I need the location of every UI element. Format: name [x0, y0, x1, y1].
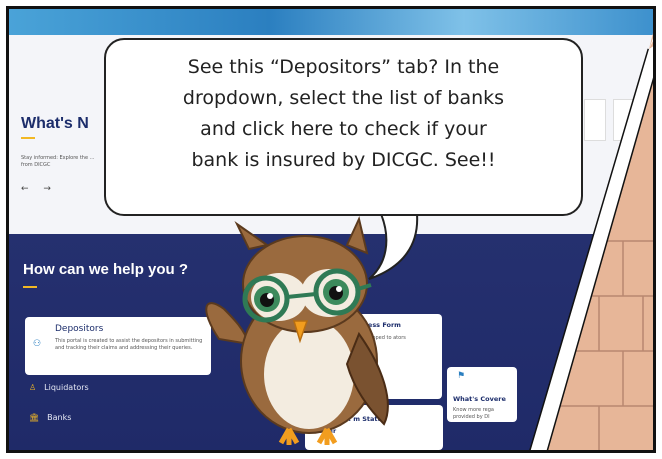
bubble-line: See this “Depositors” tab? In the	[187, 56, 500, 78]
bubble-line: and click here to check if your	[200, 118, 487, 140]
bubble-line: dropdown, select the list of banks	[182, 87, 505, 109]
comic-frame: What's N Stay informed: Explore the ... …	[6, 6, 656, 453]
bubble-line: bank is insured by DICGC. See!!	[191, 149, 496, 171]
speech-bubble-text: See this “Depositors” tab? In the dropdo…	[111, 52, 576, 176]
comic-panel: What's N Stay informed: Explore the ... …	[0, 0, 662, 459]
